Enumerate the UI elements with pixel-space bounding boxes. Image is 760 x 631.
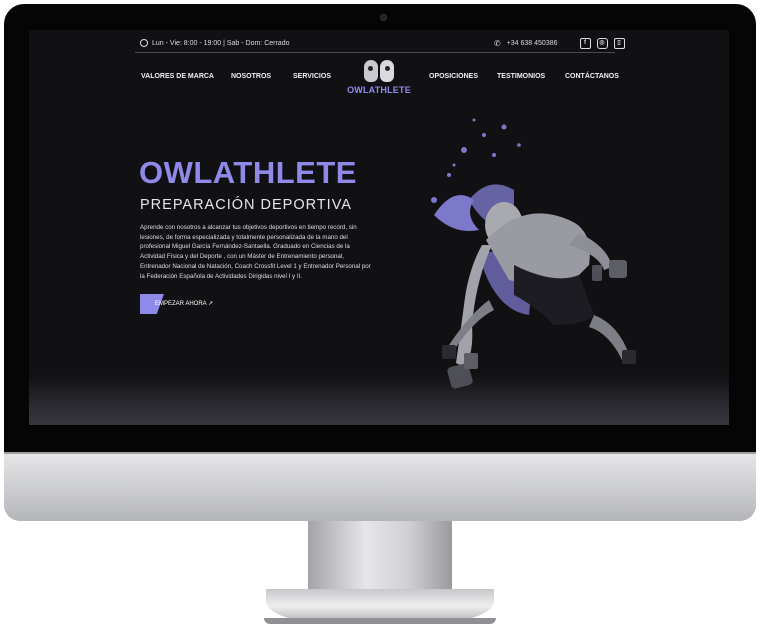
monitor-chin-edge xyxy=(4,452,756,454)
opening-hours-text: Lun - Vie: 8:00 - 19:00 | Sab - Dom: Cer… xyxy=(152,39,290,47)
website-screen: Lun - Vie: 8:00 - 19:00 | Sab - Dom: Cer… xyxy=(29,30,729,425)
opening-hours: Lun - Vie: 8:00 - 19:00 | Sab - Dom: Cer… xyxy=(140,39,289,47)
smoke-overlay xyxy=(29,375,729,425)
monitor-stand-base-edge xyxy=(264,618,496,624)
clock-icon xyxy=(140,39,148,47)
phone-icon: ✆ xyxy=(494,39,501,48)
nav-servicios[interactable]: SERVICIOS xyxy=(293,73,331,80)
camera-icon xyxy=(380,14,387,21)
contact-area: ✆ +34 638 450386 f ◎ ▯ xyxy=(494,38,625,49)
twitch-icon[interactable]: ▯ xyxy=(613,38,625,49)
nav-valores-de-marca[interactable]: VALORES DE MARCA xyxy=(141,73,214,80)
facebook-icon[interactable]: f xyxy=(579,38,591,49)
phone-number[interactable]: +34 638 450386 xyxy=(507,40,558,47)
hero-subtitle: PREPARACIÓN DEPORTIVA xyxy=(140,197,352,213)
nav-nosotros[interactable]: NOSOTROS xyxy=(231,73,271,80)
nav-testimonios[interactable]: TESTIMONIOS xyxy=(497,73,545,80)
owl-left-icon xyxy=(364,60,378,82)
nav-contactanos[interactable]: CONTÁCTANOS xyxy=(565,73,619,80)
hero-title: OWLATHLETE xyxy=(139,155,357,190)
instagram-icon[interactable]: ◎ xyxy=(596,38,608,49)
hero-description: Aprende con nosotros a alcanzar tus obje… xyxy=(140,224,371,280)
nav-oposiciones[interactable]: OPOSICIONES xyxy=(429,73,478,80)
monitor-stand-neck xyxy=(308,521,452,593)
topbar-divider xyxy=(135,52,615,53)
monitor-chin xyxy=(4,452,756,521)
logo[interactable]: OWLATHLETE xyxy=(347,58,411,102)
start-now-button[interactable]: EMPEZAR AHORA ↗ xyxy=(140,294,236,314)
logo-text: OWLATHLETE xyxy=(347,85,411,95)
owl-right-icon xyxy=(380,60,394,82)
start-now-label: EMPEZAR AHORA ↗ xyxy=(155,301,214,307)
athlete-image xyxy=(431,118,636,389)
